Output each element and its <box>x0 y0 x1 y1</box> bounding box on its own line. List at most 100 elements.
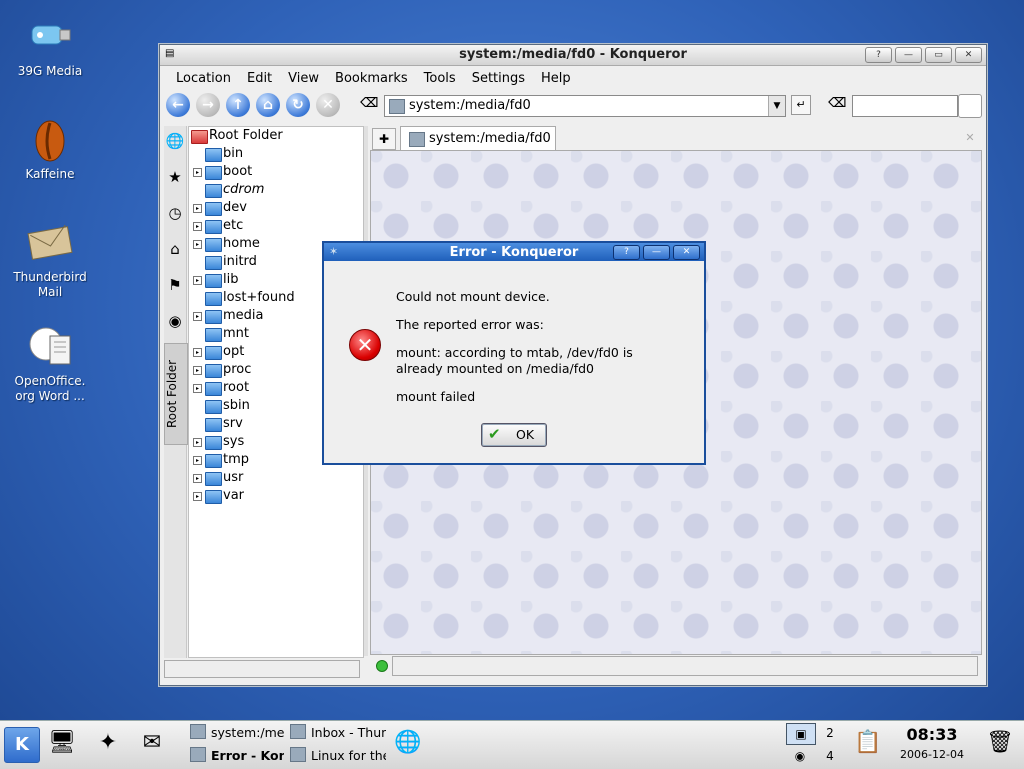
klipper-icon[interactable]: 📋 <box>852 727 884 759</box>
desktop-icon-label: Thunderbird <box>13 270 87 284</box>
sidebar-tab-root-folder[interactable]: Root Folder <box>164 343 188 445</box>
desktop-icon-kaffeine[interactable]: Kaffeine <box>2 115 98 182</box>
show-desktop-icon[interactable]: 🖥 <box>46 727 78 759</box>
expand-icon[interactable]: ▸ <box>193 492 202 501</box>
kontact-launcher-icon[interactable]: ✉ <box>136 727 168 759</box>
sidebar-tab-history-icon[interactable]: ◷ <box>164 198 186 228</box>
sidebar-tab-media-icon[interactable]: ⚑ <box>164 270 186 300</box>
expand-icon[interactable]: ▸ <box>193 438 202 447</box>
dialog-minimize-button[interactable]: — <box>643 245 670 260</box>
folder-icon <box>205 148 222 162</box>
sidebar-tab-services-icon[interactable]: ◉ <box>164 306 186 336</box>
globe-icon[interactable]: 🌐 <box>392 727 424 759</box>
error-icon: ✕ <box>349 329 381 361</box>
up-arrow-icon[interactable]: ↑ <box>226 93 250 117</box>
menu-view[interactable]: View <box>282 69 325 88</box>
search-input[interactable] <box>852 95 958 117</box>
tab-system-media-fd0[interactable]: system:/media/fd0 <box>400 126 556 151</box>
stop-icon[interactable]: ✕ <box>316 93 340 117</box>
expand-icon[interactable]: ▸ <box>193 240 202 249</box>
menu-location[interactable]: Location <box>170 69 237 88</box>
dialog-titlebar[interactable]: ✶ Error - Konqueror ? — ✕ <box>324 243 704 261</box>
folder-icon <box>205 454 222 468</box>
desktop-icon-openoffice-writer[interactable]: OpenOffice. org Word ... <box>2 322 98 404</box>
tree-item-label: lib <box>223 272 239 287</box>
menu-tools[interactable]: Tools <box>418 69 462 88</box>
task-firefox[interactable]: Linux for the <box>290 746 386 766</box>
tab-bar: ✚ system:/media/fd0 ✕ <box>370 126 982 151</box>
forward-arrow-icon[interactable]: → <box>196 93 220 117</box>
dialog-close-button[interactable]: ✕ <box>673 245 700 260</box>
new-tab-icon[interactable]: ✚ <box>372 128 396 150</box>
task-thunderbird[interactable]: Inbox - Thun <box>290 723 386 743</box>
reload-icon[interactable]: ↻ <box>286 93 310 117</box>
menu-bookmarks[interactable]: Bookmarks <box>329 69 414 88</box>
close-button[interactable]: ✕ <box>955 47 982 63</box>
pager-desktop-4[interactable]: 4 <box>816 746 844 766</box>
expand-icon[interactable]: ▸ <box>193 456 202 465</box>
task-error-dialog[interactable]: Error - Kon <box>190 746 284 766</box>
maximize-button[interactable]: ▭ <box>925 47 952 63</box>
dialog-help-button[interactable]: ? <box>613 245 640 260</box>
desktop-icon-39g-media[interactable]: 39G Media <box>2 12 98 79</box>
task-konqueror[interactable]: system:/me <box>190 723 284 743</box>
expand-icon[interactable]: ▸ <box>193 384 202 393</box>
menu-settings[interactable]: Settings <box>466 69 531 88</box>
expand-icon[interactable]: ▸ <box>193 312 202 321</box>
tree-item-label: boot <box>223 164 253 179</box>
folder-icon <box>205 346 222 360</box>
tree-item-label: root <box>223 380 250 395</box>
tree-item-label: var <box>223 488 245 503</box>
go-button[interactable]: ↵ <box>791 95 811 115</box>
tree-item-label: tmp <box>223 452 250 467</box>
expand-icon[interactable]: ▸ <box>193 474 202 483</box>
expand-icon[interactable]: ▸ <box>193 276 202 285</box>
clear-location-icon[interactable]: ⌫ <box>360 96 378 111</box>
expand-icon[interactable]: ▸ <box>193 366 202 375</box>
sidebar-tab-network-icon[interactable]: 🌐 <box>164 126 186 156</box>
folder-icon <box>205 220 222 234</box>
location-input[interactable]: system:/media/fd0 <box>409 98 531 113</box>
clock[interactable]: 08:33 2006-12-04 <box>888 725 976 761</box>
chevron-down-icon[interactable]: ▼ <box>768 96 785 116</box>
sidebar-tab-bookmarks-icon[interactable]: ★ <box>164 162 186 192</box>
tree-item-label: srv <box>223 416 243 431</box>
expand-icon[interactable]: ▸ <box>193 168 202 177</box>
konqueror-launcher-icon[interactable]: ✦ <box>92 727 124 759</box>
expand-icon[interactable]: ▸ <box>193 222 202 231</box>
window-icon <box>190 724 206 739</box>
back-arrow-icon[interactable]: ← <box>166 93 190 117</box>
desktop-icon-thunderbird[interactable]: Thunderbird Mail <box>2 218 98 300</box>
ok-button[interactable]: ✔ OK <box>481 423 547 447</box>
search-engine-icon[interactable] <box>958 94 982 118</box>
pager-desktop-3[interactable]: ◉ <box>786 746 814 766</box>
tree-item-label: etc <box>223 218 244 233</box>
help-button[interactable]: ? <box>865 47 892 63</box>
expand-icon[interactable]: ▸ <box>193 204 202 213</box>
k-menu-button[interactable]: K <box>4 727 40 763</box>
window-titlebar[interactable]: ▤ system:/media/fd0 - Konqueror ? — ▭ ✕ <box>160 45 986 66</box>
status-indicator-icon <box>376 660 388 672</box>
folder-icon <box>205 472 222 486</box>
clear-search-icon[interactable]: ⌫ <box>828 96 846 111</box>
home-icon[interactable]: ⌂ <box>256 93 280 117</box>
minimize-button[interactable]: — <box>895 47 922 63</box>
location-icon <box>389 99 405 114</box>
mail-envelope-icon <box>26 218 74 266</box>
clock-date: 2006-12-04 <box>900 748 964 761</box>
location-bar[interactable]: system:/media/fd0 ▼ <box>384 95 786 117</box>
pager-desktop-2[interactable]: 2 <box>816 723 844 743</box>
pager-desktop-1[interactable]: ▣ <box>786 723 816 745</box>
clock-time: 08:33 <box>906 725 958 744</box>
menu-edit[interactable]: Edit <box>241 69 278 88</box>
trash-icon[interactable]: 🗑 <box>984 727 1016 759</box>
taskbar: K 🖥 ✦ ✉ system:/me Inbox - Thun Error - … <box>0 720 1024 769</box>
expand-icon[interactable]: ▸ <box>193 348 202 357</box>
close-tab-icon[interactable]: ✕ <box>960 128 980 148</box>
navigation-toolbar: ← → ↑ ⌂ ↻ ✕ ⌫ system:/media/fd0 ▼ ↵ ⌫ <box>160 90 986 120</box>
sidebar-tab-home-icon[interactable]: ⌂ <box>164 234 186 264</box>
folder-icon <box>205 436 222 450</box>
tree-item-label: sbin <box>223 398 250 413</box>
folder-icon <box>205 202 222 216</box>
menu-help[interactable]: Help <box>535 69 577 88</box>
